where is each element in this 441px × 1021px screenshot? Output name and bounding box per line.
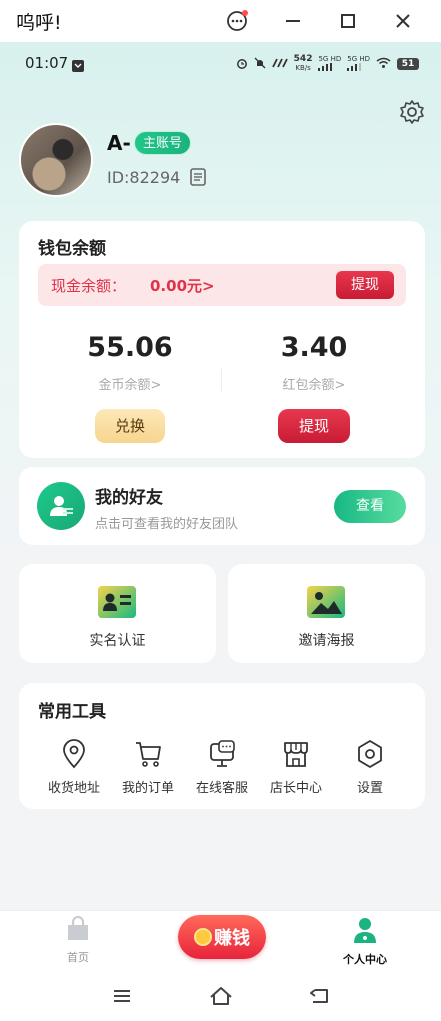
id-card-icon xyxy=(97,584,137,620)
cash-withdraw-button[interactable]: 提现 xyxy=(336,271,394,299)
net-speed-unit: KB/s xyxy=(295,64,311,72)
user-name: A- xyxy=(107,131,131,155)
main-account-badge: 主账号 xyxy=(134,131,192,155)
coins-balance-value: 55.06 xyxy=(87,332,173,363)
alarm-icon xyxy=(236,57,248,72)
sim1-signal: 5G HD xyxy=(318,55,341,73)
notification-icon xyxy=(72,57,84,76)
sim2-label: 5G HD xyxy=(347,55,370,63)
gear-icon[interactable] xyxy=(399,99,425,125)
location-pin-icon xyxy=(60,739,88,769)
tool-shipping-address[interactable]: 收货地址 xyxy=(37,739,111,796)
mute-icon xyxy=(254,57,266,72)
stat-divider xyxy=(221,369,222,391)
tool-label: 我的订单 xyxy=(121,781,174,796)
profile-person-icon xyxy=(350,918,380,949)
realname-verify-label: 实名认证 xyxy=(89,633,146,649)
invite-poster-label: 邀请海报 xyxy=(298,633,355,649)
minimize-icon[interactable] xyxy=(278,6,308,36)
vibrate-icon xyxy=(271,58,288,71)
earn-money-button[interactable]: 赚钱 xyxy=(178,915,266,959)
withdraw-button[interactable]: 提现 xyxy=(278,409,350,443)
tool-settings[interactable]: 设置 xyxy=(333,739,407,796)
window-title: 呜呼! xyxy=(16,12,62,34)
system-nav-bar xyxy=(0,972,441,1021)
tool-my-orders[interactable]: 我的订单 xyxy=(111,739,185,796)
tool-label: 店长中心 xyxy=(269,781,322,796)
cash-balance-label: 现金余额： xyxy=(51,277,127,295)
cart-icon xyxy=(134,739,162,769)
store-icon xyxy=(282,739,310,769)
tool-store-manager[interactable]: 店长中心 xyxy=(259,739,333,796)
wifi-icon xyxy=(376,57,391,72)
tool-label: 设置 xyxy=(356,781,383,796)
earn-money-label: 赚钱 xyxy=(214,928,250,949)
user-id: ID:82294 xyxy=(107,168,181,187)
friends-title: 我的好友 xyxy=(95,488,163,508)
poster-image-icon xyxy=(306,584,346,620)
nav-home-label: 首页 xyxy=(67,951,89,964)
hexagon-settings-icon xyxy=(356,739,384,769)
friends-subtitle: 点击可查看我的好友团队 xyxy=(95,517,239,532)
bottom-nav: 首页 赚钱 个人中心 xyxy=(0,910,441,972)
nav-home[interactable]: 首页 xyxy=(48,915,108,965)
coin-icon xyxy=(194,928,212,946)
battery-indicator: 51 xyxy=(397,58,419,70)
status-icons: 542 KB/s 5G HD 5G HD 51 xyxy=(236,55,419,73)
exchange-button[interactable]: 兑换 xyxy=(95,409,165,443)
status-time: 01:07 xyxy=(25,54,69,72)
view-friends-button[interactable]: 查看 xyxy=(334,490,406,523)
common-tools-card: 常用工具 收货地址 我的订单 在线客服 店长中心 设置 xyxy=(19,683,425,809)
wallet-title: 钱包余额 xyxy=(38,239,106,259)
back-icon[interactable] xyxy=(307,984,331,1008)
menu-icon[interactable] xyxy=(110,984,134,1008)
home-icon[interactable] xyxy=(208,984,232,1008)
copy-icon[interactable] xyxy=(189,167,207,187)
customer-service-icon xyxy=(208,739,236,769)
realname-verify-tile[interactable]: 实名认证 xyxy=(19,564,216,663)
tool-online-service[interactable]: 在线客服 xyxy=(185,739,259,796)
avatar[interactable] xyxy=(19,123,93,197)
close-icon[interactable] xyxy=(388,6,418,36)
window-titlebar: 呜呼! xyxy=(0,0,441,42)
more-options-icon[interactable] xyxy=(222,6,252,36)
sim1-label: 5G HD xyxy=(318,55,342,63)
maximize-icon[interactable] xyxy=(333,6,363,36)
invite-poster-tile[interactable]: 邀请海报 xyxy=(228,564,425,663)
shopping-bag-icon xyxy=(64,915,92,947)
nav-profile-label: 个人中心 xyxy=(343,953,387,966)
friends-icon xyxy=(37,482,85,530)
tool-label: 收货地址 xyxy=(47,781,100,796)
status-bar: 01:07 542 KB/s 5G HD 5G HD 51 xyxy=(0,50,441,76)
tools-title: 常用工具 xyxy=(38,702,106,722)
redpacket-balance-value: 3.40 xyxy=(280,332,348,363)
coins-balance-label[interactable]: 金币余额> xyxy=(50,374,210,393)
redpacket-balance-label[interactable]: 红包余额> xyxy=(234,374,394,393)
tool-label: 在线客服 xyxy=(195,781,248,796)
cash-balance-bar[interactable]: 现金余额： 0.00元> 提现 xyxy=(38,264,406,306)
sim2-signal: 5G HD xyxy=(347,55,370,73)
net-speed-value: 542 xyxy=(293,54,313,64)
cash-balance-value: 0.00元> xyxy=(150,277,215,295)
net-speed: 542 KB/s xyxy=(294,55,313,73)
nav-profile[interactable]: 个人中心 xyxy=(330,915,400,967)
friends-card[interactable]: 我的好友 点击可查看我的好友团队 查看 xyxy=(19,467,425,545)
wallet-card: 钱包余额 现金余额： 0.00元> 提现 55.06 金币余额> 3.40 红包… xyxy=(19,221,425,458)
